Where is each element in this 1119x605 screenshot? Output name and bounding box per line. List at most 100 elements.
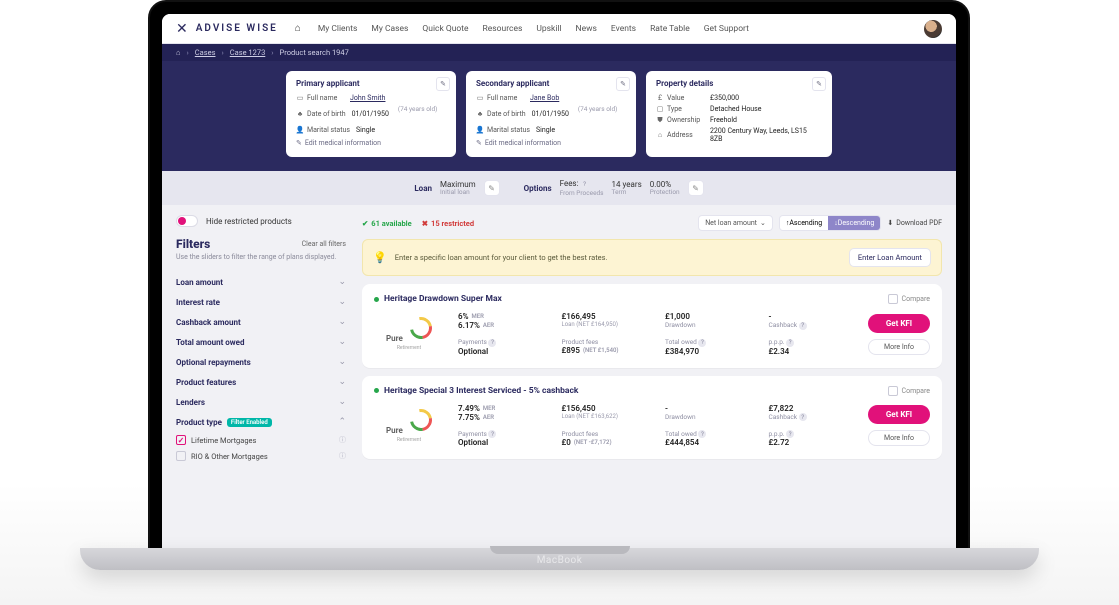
info-icon[interactable]: ?	[488, 339, 496, 347]
checkbox-icon[interactable]	[176, 451, 186, 461]
lightbulb-icon: 💡	[373, 251, 387, 264]
compare-toggle[interactable]: Compare	[888, 294, 930, 304]
edit-property-button[interactable]: ✎	[812, 77, 826, 91]
nav-resources[interactable]: Resources	[483, 24, 523, 34]
nav-get-support[interactable]: Get Support	[704, 24, 749, 34]
person-icon: 👤	[476, 126, 484, 134]
filter-features[interactable]: Product features⌄	[176, 372, 346, 392]
edit-secondary-medical[interactable]: ✎Edit medical information	[476, 139, 626, 147]
edit-secondary-button[interactable]: ✎	[616, 77, 630, 91]
brand-name: ADVISE WISE	[196, 23, 278, 34]
breadcrumb-case[interactable]: Case 1273	[230, 48, 266, 57]
filter-interest-rate[interactable]: Interest rate⌄	[176, 292, 346, 312]
product-card: Heritage Drawdown Super Max Compare Pure…	[362, 284, 942, 368]
sort-direction-segment: ↑Ascending ↓Descending	[779, 215, 881, 231]
nav-upskill[interactable]: Upskill	[536, 24, 561, 34]
more-info-button[interactable]: More Info	[868, 339, 930, 355]
property-type: Detached House	[710, 105, 762, 113]
breadcrumb: ⌂ › Cases › Case 1273 › Product search 1…	[162, 44, 956, 61]
chevron-down-icon: ⌄	[338, 377, 346, 387]
cake-icon: ♣	[296, 110, 304, 118]
sort-desc[interactable]: ↓Descending	[828, 216, 880, 230]
chevron-down-icon: ⌄	[338, 317, 346, 327]
filters-title: Filters	[176, 237, 210, 251]
opt-lifetime-row[interactable]: Lifetime Mortgages ⓘ	[176, 432, 346, 448]
property-ownership: Freehold	[710, 116, 737, 124]
more-info-button[interactable]: More Info	[868, 430, 930, 446]
info-icon[interactable]: ?	[698, 430, 706, 438]
sort-field-dropdown[interactable]: Net loan amount⌄	[698, 215, 773, 231]
get-kfi-button[interactable]: Get KFI	[868, 405, 930, 424]
filter-total-owed[interactable]: Total amount owed⌄	[176, 332, 346, 352]
opt-rio-row[interactable]: RIO & Other Mortgages ⓘ	[176, 448, 346, 464]
info-icon[interactable]: ?	[698, 339, 706, 347]
primary-fullname[interactable]: John Smith	[350, 94, 385, 102]
chevron-down-icon: ⌄	[338, 277, 346, 287]
nav-my-cases[interactable]: My Cases	[371, 24, 408, 34]
options-heading: Options	[524, 184, 552, 193]
status-dot-icon	[374, 388, 379, 393]
edit-options-button[interactable]: ✎	[688, 180, 704, 196]
property-value: £350,000	[710, 94, 739, 102]
compare-toggle[interactable]: Compare	[888, 386, 930, 396]
nav-my-clients[interactable]: My Clients	[318, 24, 358, 34]
user-avatar[interactable]	[924, 20, 942, 38]
info-icon[interactable]: ?	[799, 322, 807, 330]
chevron-down-icon: ⌄	[338, 397, 346, 407]
primary-applicant-card: Primary applicant ✎ ▭Full nameJohn Smith…	[286, 71, 456, 157]
download-pdf-button[interactable]: ⬇Download PDF	[887, 219, 942, 227]
badge-icon: ⛊	[656, 116, 664, 124]
filter-lenders[interactable]: Lenders⌄	[176, 392, 346, 412]
chevron-up-icon: ⌃	[338, 417, 346, 427]
product-name: Heritage Drawdown Super Max	[384, 294, 502, 304]
edit-loan-button[interactable]: ✎	[484, 180, 500, 196]
home-icon: ⌂	[656, 131, 664, 139]
app-viewport: ✕ ADVISE WISE ⌂ My Clients My Cases Quic…	[162, 14, 956, 548]
info-icon[interactable]: ⓘ	[339, 451, 346, 461]
edit-primary-button[interactable]: ✎	[436, 77, 450, 91]
filter-loan-amount[interactable]: Loan amount⌄	[176, 272, 346, 292]
filter-cashback[interactable]: Cashback amount⌄	[176, 312, 346, 332]
breadcrumb-home-icon[interactable]: ⌂	[176, 48, 181, 57]
edit-primary-medical[interactable]: ✎Edit medical information	[296, 139, 446, 147]
property-address: 2200 Century Way, Leeds, LS15 8ZB	[710, 127, 810, 143]
info-icon[interactable]: ?	[786, 339, 794, 347]
enter-loan-amount-button[interactable]: Enter Loan Amount	[849, 248, 931, 267]
info-icon[interactable]: ?	[786, 430, 794, 438]
hide-restricted-toggle[interactable]	[176, 215, 198, 227]
nav-quick-quote[interactable]: Quick Quote	[422, 24, 468, 34]
clear-filters-button[interactable]: Clear all filters	[302, 240, 346, 248]
nav-news[interactable]: News	[576, 24, 597, 34]
checkbox-icon[interactable]	[888, 294, 898, 304]
product-card: Heritage Special 3 Interest Serviced - 5…	[362, 376, 942, 460]
info-icon[interactable]: ?	[488, 430, 496, 438]
checkbox-icon[interactable]	[888, 386, 898, 396]
secondary-applicant-card: Secondary applicant ✎ ▭Full nameJane Bob…	[466, 71, 636, 157]
nav-rate-table[interactable]: Rate Table	[650, 24, 690, 34]
filter-enabled-badge: Filter Enabled	[227, 418, 272, 427]
brand-logo[interactable]: ✕ ADVISE WISE	[176, 21, 278, 37]
filters-hint: Use the sliders to filter the range of p…	[176, 253, 346, 262]
download-icon: ⬇	[887, 219, 893, 227]
chevron-down-icon: ⌄	[338, 337, 346, 347]
sort-asc[interactable]: ↑Ascending	[780, 216, 828, 230]
filter-product-type[interactable]: Product typeFilter Enabled⌃	[176, 412, 346, 432]
results-main: ✔61 available ✖15 restricted Net loan am…	[362, 215, 942, 464]
lender-logo: Pure Retirement	[374, 409, 444, 443]
secondary-fullname[interactable]: Jane Bob	[530, 94, 559, 102]
info-icon[interactable]: ?	[799, 413, 807, 421]
chevron-down-icon: ⌄	[338, 357, 346, 367]
get-kfi-button[interactable]: Get KFI	[868, 314, 930, 333]
nav-events[interactable]: Events	[611, 24, 636, 34]
filter-optional-repay[interactable]: Optional repayments⌄	[176, 352, 346, 372]
home-icon[interactable]: ⌂	[294, 25, 302, 33]
breadcrumb-current: Product search 1947	[280, 48, 349, 57]
breadcrumb-cases[interactable]: Cases	[195, 48, 216, 57]
summary-hero: Primary applicant ✎ ▭Full nameJohn Smith…	[162, 61, 956, 171]
info-icon[interactable]: ⓘ	[339, 435, 346, 445]
availability-summary: ✔61 available ✖15 restricted	[362, 219, 474, 228]
house-icon: ▢	[656, 105, 664, 113]
property-card: Property details ✎ £Value£350,000 ▢TypeD…	[646, 71, 832, 157]
checkbox-checked-icon[interactable]	[176, 435, 186, 445]
chevron-down-icon: ⌄	[338, 297, 346, 307]
